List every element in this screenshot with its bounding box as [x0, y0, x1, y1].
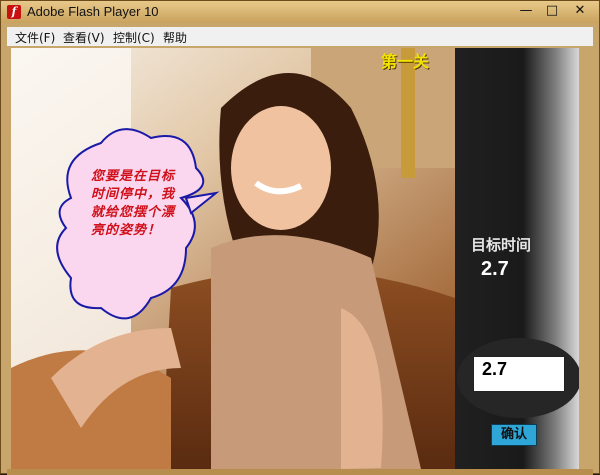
target-time-label: 目标时间 [471, 236, 532, 254]
flash-icon: f [7, 5, 21, 19]
target-time-value: 2.7 [481, 258, 509, 280]
window-bottom-border [7, 469, 593, 475]
flash-stage[interactable]: 您要是在目标时间停中，我就给您摆个漂亮的姿势！ 第一关 目标时间 2.7 2.7… [11, 48, 579, 469]
speech-bubble-text: 您要是在目标时间停中，我就给您摆个漂亮的姿势！ [91, 169, 176, 238]
title-bar[interactable]: f Adobe Flash Player 10 — □ ✕ [1, 1, 599, 23]
menu-bar: 文件(F) 查看(V) 控制(C) 帮助 [7, 27, 593, 46]
menu-help[interactable]: 帮助 [163, 29, 187, 46]
window-title: Adobe Flash Player 10 [27, 4, 159, 19]
menu-view[interactable]: 查看(V) [63, 29, 105, 46]
maximize-button[interactable]: □ [539, 1, 565, 21]
timer-display: 2.7 [473, 356, 565, 392]
level-title: 第一关 [381, 52, 430, 71]
menu-file[interactable]: 文件(F) [15, 29, 55, 46]
app-window: f Adobe Flash Player 10 — □ ✕ 文件(F) 查看(V… [0, 0, 600, 475]
minimize-button[interactable]: — [513, 1, 539, 21]
menu-control[interactable]: 控制(C) [113, 29, 155, 46]
close-button[interactable]: ✕ [567, 1, 593, 21]
confirm-button[interactable]: 确认 [491, 424, 537, 446]
